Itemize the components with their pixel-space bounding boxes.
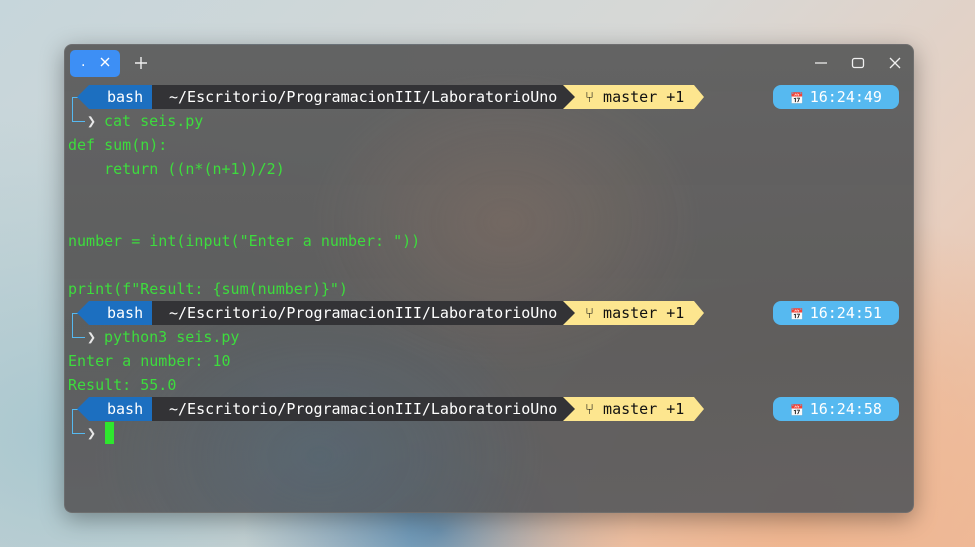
shell-segment: bash [76,397,168,421]
time-segment: 📅 16:24:51 [773,301,899,325]
close-icon[interactable] [98,55,112,69]
calendar-icon: 📅 [790,308,804,321]
prompt-caret: ❯ [87,424,97,442]
time-segment: 📅 16:24:49 [773,85,899,109]
prompt-caret: ❯ [87,328,97,346]
time-label: 16:24:49 [809,88,882,106]
prompt-connector [72,323,85,338]
title-bar[interactable]: . [65,45,913,81]
tab-title: . [81,54,86,70]
tab-active[interactable]: . [70,50,120,77]
time-segment: 📅 16:24:58 [773,397,899,421]
output-line: number = int(input("Enter a number: ")) [68,232,421,250]
git-segment: ⑂ master +1 [563,85,705,109]
command-text: cat seis.py [104,112,204,130]
prompt-connector [72,419,85,434]
git-branch-label: master +1 [603,88,685,106]
output-line: Enter a number: 10 [68,352,231,370]
plus-icon[interactable] [133,55,149,71]
prompt-connector [72,107,85,122]
git-segment: ⑂ master +1 [563,301,705,325]
shell-segment: bash [76,301,168,325]
close-window-icon[interactable] [888,56,902,70]
output-line: return ((n*(n+1))/2) [68,160,285,178]
git-branch-label: master +1 [603,400,685,418]
terminal-window: . bash ~/Escritorio/ProgramacionIII/Labo… [64,44,914,513]
git-branch-icon: ⑂ [585,304,595,322]
path-segment: ~/Escritorio/ProgramacionIII/Laboratorio… [152,397,570,421]
prompt-caret: ❯ [87,112,97,130]
text-cursor[interactable] [105,422,114,444]
output-line: print(f"Result: {sum(number)}") [68,280,348,298]
git-branch-label: master +1 [603,304,685,322]
path-segment: ~/Escritorio/ProgramacionIII/Laboratorio… [152,85,570,109]
time-label: 16:24:51 [809,304,882,322]
minimize-icon[interactable] [814,56,828,70]
maximize-icon[interactable] [851,56,865,70]
git-branch-icon: ⑂ [585,400,595,418]
calendar-icon: 📅 [790,92,804,105]
calendar-icon: 📅 [790,404,804,417]
git-branch-icon: ⑂ [585,88,595,106]
output-line: def sum(n): [68,136,168,154]
time-label: 16:24:58 [809,400,882,418]
path-segment: ~/Escritorio/ProgramacionIII/Laboratorio… [152,301,570,325]
shell-segment: bash [76,85,168,109]
output-line: Result: 55.0 [68,376,177,394]
git-segment: ⑂ master +1 [563,397,705,421]
command-text: python3 seis.py [104,328,240,346]
